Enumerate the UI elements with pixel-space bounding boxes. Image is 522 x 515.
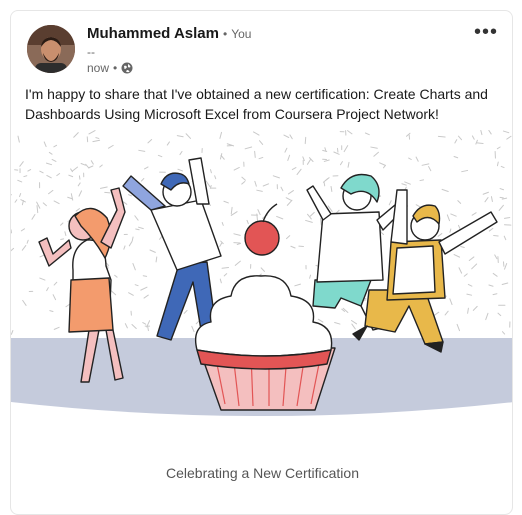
post-timestamp: now bbox=[87, 61, 109, 75]
avatar-photo bbox=[27, 25, 75, 73]
separator-dot: • bbox=[223, 27, 227, 41]
post-body: I'm happy to share that I've obtained a … bbox=[25, 84, 500, 124]
author-avatar[interactable] bbox=[27, 25, 75, 73]
author-headline: -- bbox=[87, 45, 95, 59]
more-icon: ••• bbox=[474, 21, 498, 43]
celebration-illustration bbox=[11, 130, 513, 444]
post-menu-button[interactable]: ••• bbox=[474, 21, 498, 44]
author-name[interactable]: Muhammed Aslam bbox=[87, 25, 219, 42]
globe-icon bbox=[121, 62, 133, 74]
media-caption: Celebrating a New Certification bbox=[11, 465, 513, 481]
separator-dot: • bbox=[113, 61, 117, 75]
post-meta: now • bbox=[87, 61, 133, 75]
author-relation: You bbox=[231, 27, 251, 41]
author-header: Muhammed Aslam • You bbox=[87, 25, 251, 42]
feed-post: Muhammed Aslam • You -- now • ••• I'm ha… bbox=[10, 10, 513, 515]
